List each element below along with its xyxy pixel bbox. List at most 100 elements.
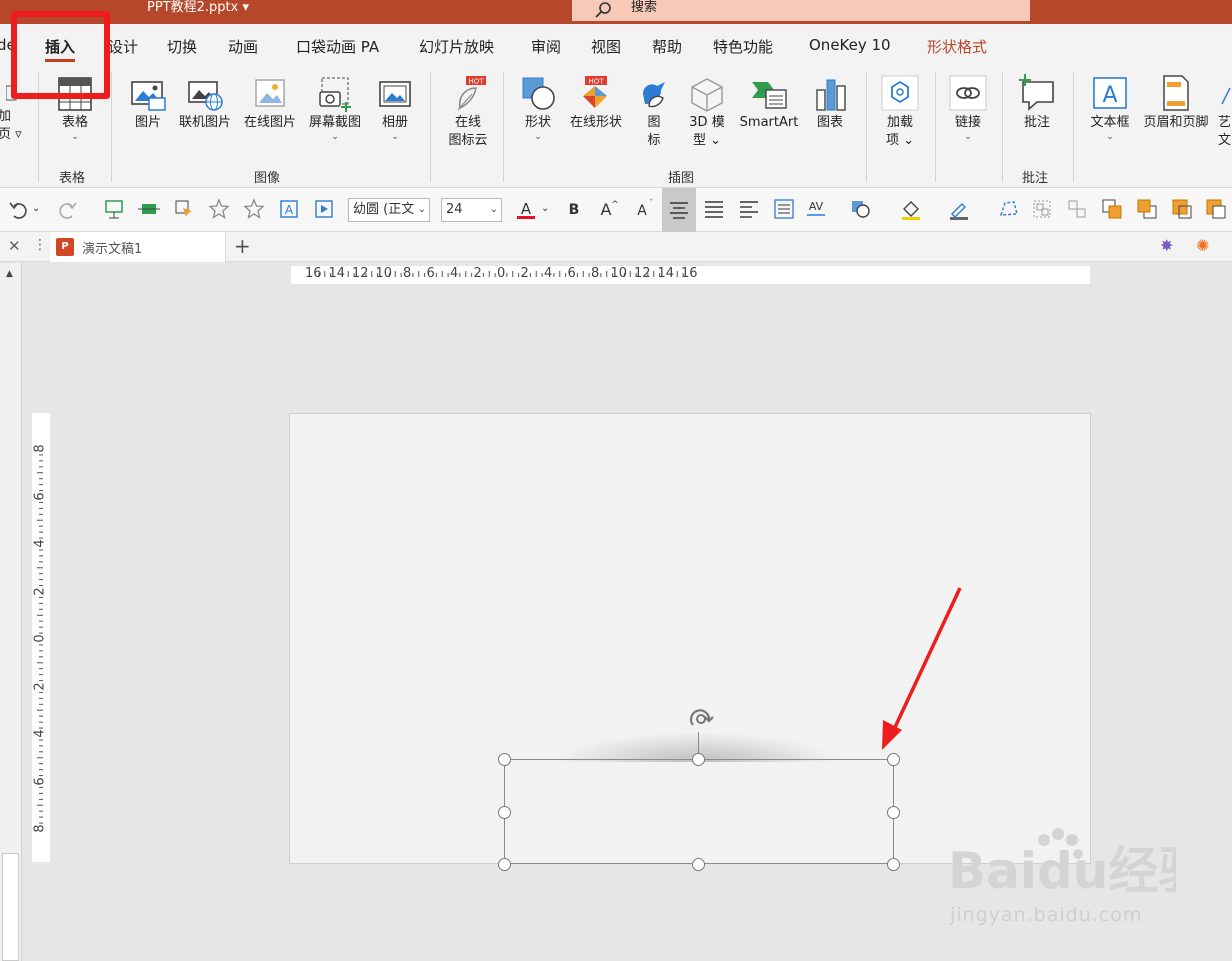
selected-rectangle-shape[interactable] xyxy=(504,759,894,864)
chart-button[interactable]: 图表 xyxy=(808,76,852,132)
photo-album-button[interactable]: 相册 ⌄ xyxy=(372,76,418,142)
send-backward-icon[interactable] xyxy=(1136,198,1158,220)
increase-font-icon[interactable]: A ^ xyxy=(597,198,619,220)
resize-handle-left[interactable] xyxy=(498,806,511,819)
undo-icon[interactable] xyxy=(8,198,30,220)
addins-icon xyxy=(881,75,919,111)
ruler-label: 4 xyxy=(32,539,48,548)
align-middle-icon[interactable] xyxy=(138,198,160,220)
slide-pane-scrollbar[interactable]: ▲ xyxy=(0,263,22,961)
distribute-icon[interactable] xyxy=(773,198,795,220)
bring-to-front-icon[interactable] xyxy=(1171,198,1193,220)
globe-picture-icon xyxy=(188,81,223,111)
font-size-select[interactable]: 24 ⌄ xyxy=(441,198,502,222)
rotate-handle-icon[interactable] xyxy=(684,704,716,736)
tab-shape-format[interactable]: 形状格式 xyxy=(927,36,987,57)
ruler-label: 16 xyxy=(305,266,322,281)
horizontal-ruler: 16 14 12 10 8 6 4 2 0 2 4 6 8 10 12 14 16 xyxy=(291,266,1090,284)
resize-handle-bottom-right[interactable] xyxy=(887,858,900,871)
decrease-font-icon[interactable]: Aˇ xyxy=(633,198,655,220)
tab-features[interactable]: 特色功能 xyxy=(713,36,773,57)
media-frame-icon[interactable] xyxy=(313,198,335,220)
smartart-button[interactable]: SmartArt xyxy=(734,76,804,132)
select-icon[interactable] xyxy=(173,198,195,220)
wordart-partial-button[interactable]: 艺文 xyxy=(1218,74,1232,150)
align-left-icon[interactable] xyxy=(738,198,760,220)
send-to-back-icon[interactable] xyxy=(1205,198,1227,220)
file-name[interactable]: PPT教程2.pptx ▾ xyxy=(147,0,249,18)
close-icon[interactable]: ✕ xyxy=(8,237,21,255)
tab-slideshow[interactable]: 幻灯片放映 xyxy=(419,36,494,57)
bold-icon[interactable]: B xyxy=(563,198,585,220)
textbox-button[interactable]: A 文本框 ⌄ xyxy=(1085,74,1135,142)
red-arrow-icon xyxy=(882,587,962,750)
svg-text:Baidu经验: Baidu经验 xyxy=(948,842,1176,900)
align-center-icon xyxy=(670,202,688,219)
character-spacing-icon[interactable]: AV xyxy=(805,198,827,220)
highlight-box xyxy=(11,11,110,99)
bring-forward-icon[interactable] xyxy=(1101,198,1123,220)
3d-model-button[interactable]: 3D 模型 ⌄ xyxy=(684,76,730,150)
align-center-button[interactable] xyxy=(662,188,696,232)
tab-view[interactable]: 视图 xyxy=(591,36,621,57)
search-box[interactable]: 搜索 xyxy=(572,0,1030,21)
star-effect-icon[interactable] xyxy=(243,198,265,220)
tab-help[interactable]: 帮助 xyxy=(652,36,682,57)
tab-pocket-animation[interactable]: 口袋动画 PA xyxy=(296,36,379,57)
font-color-icon[interactable]: A xyxy=(515,198,537,220)
text-frame-icon[interactable]: A xyxy=(278,198,300,220)
star-outline-icon[interactable] xyxy=(208,198,230,220)
online-picture-linked-button[interactable]: 联机图片 xyxy=(174,76,236,132)
shape-fill-icon[interactable] xyxy=(850,198,872,220)
redo-icon[interactable] xyxy=(56,198,78,220)
scroll-up-icon[interactable]: ▲ xyxy=(6,269,13,279)
group-label-table: 表格 xyxy=(59,171,86,186)
link-button[interactable]: 链接 ⌄ xyxy=(946,74,990,142)
formatting-toolbar: ⌄ A 幼圆 (正文 ⌄ 24 ⌄ A ⌄ B A ^ Aˇ AV xyxy=(0,188,1232,232)
resize-handle-right[interactable] xyxy=(887,806,900,819)
resize-handle-bottom-left[interactable] xyxy=(498,858,511,871)
group-separator xyxy=(866,72,867,182)
tab-transitions[interactable]: 切换 xyxy=(167,36,197,57)
comment-icon xyxy=(1019,74,1054,111)
addins-button[interactable]: 加载项 ⌄ xyxy=(876,74,924,150)
online-shapes-icon: HOT xyxy=(583,76,607,108)
outline-pen-icon[interactable] xyxy=(948,198,970,220)
resize-handle-bottom[interactable] xyxy=(692,858,705,871)
font-name-select[interactable]: 幼圆 (正文 ⌄ xyxy=(348,198,430,222)
header-footer-button[interactable]: 页眉和页脚 xyxy=(1138,74,1214,132)
comment-button[interactable]: 批注 xyxy=(1014,74,1060,132)
new-tab-icon[interactable]: + xyxy=(234,234,251,258)
settings-icon[interactable]: ✺ xyxy=(1196,236,1209,255)
online-shapes-button[interactable]: HOT 在线形状 xyxy=(565,76,627,132)
picture-button[interactable]: 图片 xyxy=(126,76,170,132)
online-picture-button[interactable]: 在线图片 xyxy=(239,76,301,132)
cube-icon xyxy=(691,78,723,112)
icons-button[interactable]: 图标 xyxy=(634,76,674,150)
document-tab[interactable]: P 演示文稿1 xyxy=(50,232,226,262)
ungroup-icon[interactable] xyxy=(1066,198,1088,220)
svg-text:^: ^ xyxy=(611,200,619,210)
group-icon[interactable] xyxy=(1031,198,1053,220)
resize-handle-top-left[interactable] xyxy=(498,753,511,766)
watermark-url: jingyan.baidu.com xyxy=(950,904,1143,926)
tab-design[interactable]: 设计 xyxy=(108,36,138,57)
tab-animations[interactable]: 动画 xyxy=(228,36,258,57)
resize-handle-top[interactable] xyxy=(692,753,705,766)
magic-wand-icon[interactable]: ✸ xyxy=(1160,236,1173,255)
undo-dropdown-icon[interactable]: ⌄ xyxy=(32,203,42,225)
ruler-label: 2 xyxy=(32,586,48,596)
tab-review[interactable]: 审阅 xyxy=(531,36,561,57)
present-icon[interactable] xyxy=(103,198,125,220)
shapes-button[interactable]: 形状 ⌄ xyxy=(515,76,561,142)
vertical-ruler: 8 6 4 2 0 2 4 6 8 xyxy=(32,413,50,862)
more-options-icon[interactable]: ⋮ xyxy=(33,237,47,253)
paint-bucket-icon[interactable] xyxy=(900,198,922,220)
screenshot-button[interactable]: 屏幕截图 ⌄ xyxy=(302,76,368,142)
edit-points-icon[interactable] xyxy=(998,198,1020,220)
tab-onekey[interactable]: OneKey 10 xyxy=(809,36,891,54)
font-color-dropdown-icon[interactable]: ⌄ xyxy=(541,203,551,225)
icon-cloud-button[interactable]: HOT 在线 图标云 xyxy=(440,76,496,150)
justify-icon[interactable] xyxy=(703,198,725,220)
scrollbar-thumb[interactable] xyxy=(2,853,19,961)
